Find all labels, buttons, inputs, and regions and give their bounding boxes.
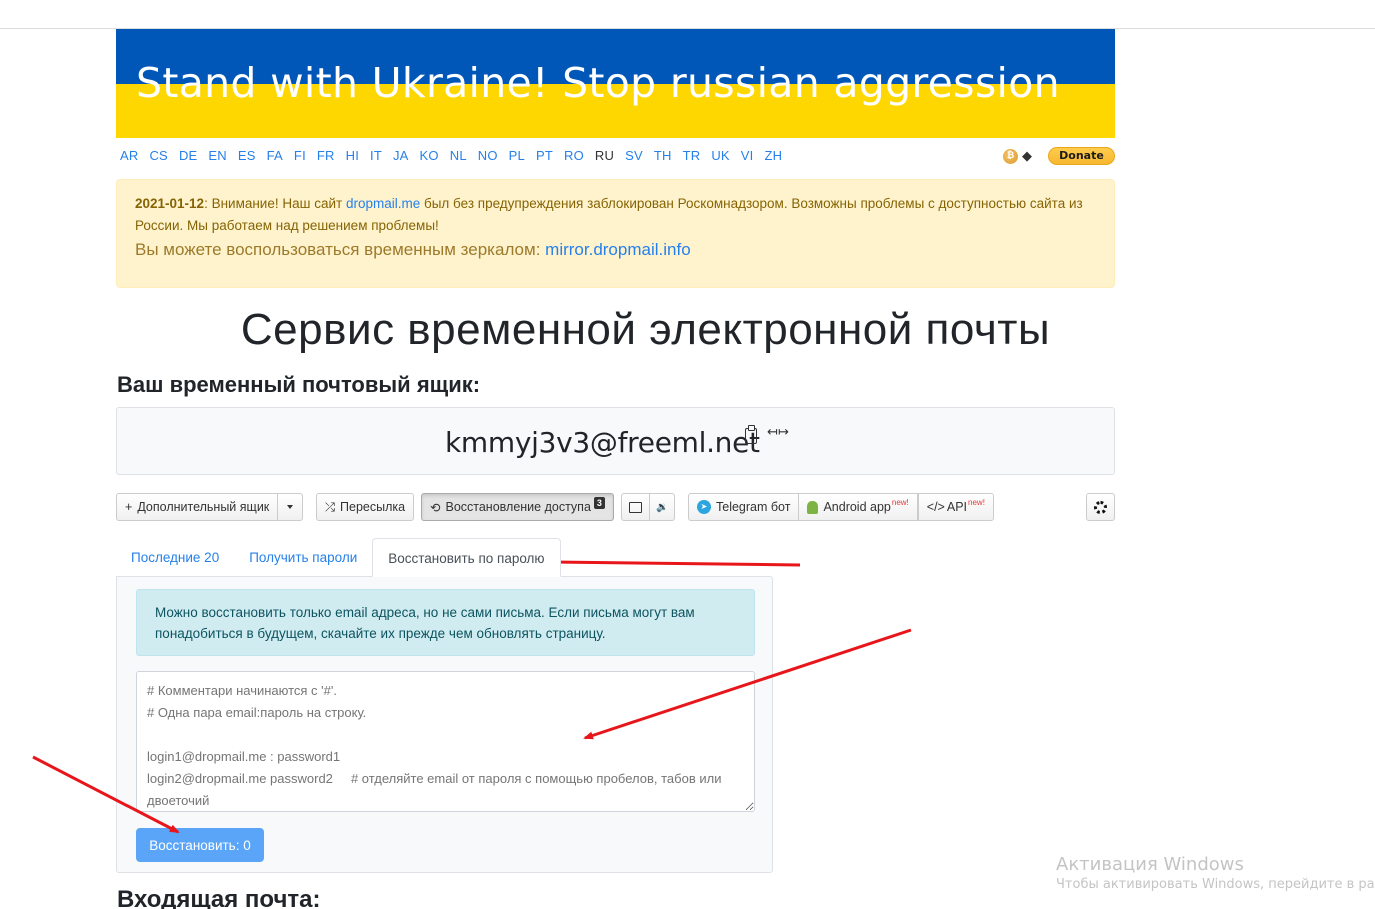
forward-group: ⤮ Пересылка [316, 493, 415, 521]
restore-info-alert: Можно восстановить только email адреса, … [136, 589, 755, 656]
mirror-label: Вы можете воспользоваться временным зерк… [135, 240, 546, 259]
telegram-bot-button[interactable]: ➤ Telegram бот [688, 493, 800, 521]
api-label: API [946, 500, 968, 514]
language-link-zh[interactable]: ZH [764, 148, 782, 163]
crypto-icons: ₿ ◆ [1003, 149, 1032, 164]
ukraine-banner[interactable]: Stand with Ukraine! Stop russian aggress… [116, 29, 1115, 138]
telegram-label: Telegram бот [716, 500, 791, 514]
language-link-cs[interactable]: CS [149, 148, 167, 163]
banner-text: Stand with Ukraine! Stop russian aggress… [136, 59, 1060, 107]
language-link-ar[interactable]: AR [120, 148, 138, 163]
arrows-horizontal-icon[interactable]: ↤↦ [767, 425, 789, 440]
clipboard-icon[interactable] [745, 425, 757, 444]
notice-part1: : Внимание! Наш сайт [204, 196, 346, 211]
restore-button[interactable]: Восстановить: 0 [136, 828, 264, 862]
language-link-ja[interactable]: JA [393, 148, 409, 163]
language-switcher: AR CS DE EN ES FA FI FR HI IT JA KO NL NO PL PT RO RU SV TH… [120, 148, 793, 163]
language-link-tr[interactable]: TR [683, 148, 701, 163]
api-button[interactable]: </> API new! [917, 493, 994, 521]
chat-sound-group: 🔉 [621, 493, 676, 521]
language-link-pt[interactable]: PT [536, 148, 553, 163]
shuffle-icon: ⤮ [325, 499, 336, 514]
restore-access-badge: 3 [593, 497, 605, 509]
language-link-it[interactable]: IT [370, 148, 382, 163]
ethereum-icon[interactable]: ◆ [1022, 149, 1032, 164]
language-link-es[interactable]: ES [238, 148, 256, 163]
notice-text: 2021-01-12: Внимание! Наш сайт dropmail.… [135, 193, 1096, 237]
add-mailbox-button[interactable]: + Дополнительный ящик [116, 493, 279, 521]
mailbox-address[interactable]: kmmyj3v3@freeml.net [445, 426, 760, 459]
help-button[interactable] [1086, 493, 1115, 521]
donate-button[interactable]: Donate [1048, 147, 1115, 165]
language-link-th[interactable]: TH [654, 148, 672, 163]
help-group [1086, 493, 1115, 521]
mirror-text: Вы можете воспользоваться временным зерк… [135, 238, 1096, 262]
language-link-en[interactable]: EN [208, 148, 226, 163]
watermark-subtitle: Чтобы активировать Windows, перейдите в … [1056, 877, 1375, 892]
restore-tabs: Последние 20 Получить пароли Восстановит… [116, 538, 561, 577]
bitcoin-icon[interactable]: ₿ [1003, 149, 1018, 164]
windows-activation-watermark: Активация Windows Чтобы активировать Win… [1056, 854, 1375, 892]
language-link-ko[interactable]: KO [420, 148, 439, 163]
language-link-ro[interactable]: RO [564, 148, 584, 163]
android-icon [807, 500, 819, 514]
language-link-fa[interactable]: FA [267, 148, 283, 163]
restore-access-button[interactable]: ⟲ Восстановление доступа 3 [421, 493, 614, 521]
restore-access-label: Восстановление доступа [445, 500, 591, 514]
credentials-textarea[interactable] [136, 671, 755, 812]
inbox-title: Входящая почта: [117, 886, 321, 909]
language-link-nl[interactable]: NL [450, 148, 467, 163]
language-link-sv[interactable]: SV [625, 148, 643, 163]
watermark-title: Активация Windows [1056, 854, 1244, 875]
language-link-no[interactable]: NO [478, 148, 498, 163]
notice-date: 2021-01-12 [135, 196, 205, 211]
code-icon: </> [926, 500, 945, 514]
sound-icon: 🔉 [656, 501, 669, 513]
plus-icon: + [125, 500, 133, 514]
forward-button[interactable]: ⤮ Пересылка [316, 493, 415, 521]
language-link-fi[interactable]: FI [294, 148, 306, 163]
apps-group: ➤ Telegram бот Android app new! </> API … [688, 493, 994, 521]
tab-last-20[interactable]: Последние 20 [116, 538, 234, 577]
language-link-uk[interactable]: UK [711, 148, 729, 163]
language-link-vi[interactable]: VI [741, 148, 754, 163]
language-link-de[interactable]: DE [179, 148, 197, 163]
new-badge: new! [891, 498, 909, 507]
language-link-pl[interactable]: PL [509, 148, 525, 163]
forward-label: Пересылка [340, 500, 406, 514]
language-link-fr[interactable]: FR [317, 148, 335, 163]
mirror-link[interactable]: mirror.dropmail.info [545, 240, 691, 259]
telegram-icon: ➤ [697, 500, 711, 514]
annotation-arrow-tab [550, 558, 801, 567]
chat-button[interactable] [621, 493, 650, 521]
caret-down-icon [287, 505, 294, 509]
block-notice-alert: 2021-01-12: Внимание! Наш сайт dropmail.… [116, 179, 1115, 288]
sound-button[interactable]: 🔉 [650, 493, 676, 521]
new-badge: new! [968, 498, 985, 507]
lifebuoy-icon [1094, 500, 1107, 514]
mailbox-display: kmmyj3v3@freeml.net ↤↦ [116, 407, 1115, 475]
restore-panel: Можно восстановить только email адреса, … [116, 576, 773, 873]
mailbox-label: Ваш временный почтовый ящик: [117, 372, 481, 397]
restore-access-group: ⟲ Восстановление доступа 3 [421, 493, 614, 521]
android-label: Android app [823, 500, 891, 514]
add-mailbox-group: + Дополнительный ящик [116, 493, 304, 521]
add-mailbox-dropdown[interactable] [278, 493, 304, 521]
tab-restore-by-password[interactable]: Восстановить по паролю [372, 538, 561, 577]
language-link-ru[interactable]: RU [595, 148, 614, 163]
page-title: Сервис временной электронной почты [240, 305, 1051, 354]
dropmail-link[interactable]: dropmail.me [346, 196, 420, 211]
android-app-button[interactable]: Android app new! [799, 493, 918, 521]
language-link-hi[interactable]: HI [346, 148, 359, 163]
tab-get-passwords[interactable]: Получить пароли [234, 538, 372, 577]
chat-icon [629, 501, 642, 513]
add-mailbox-label: Дополнительный ящик [137, 500, 270, 514]
refresh-icon: ⟲ [430, 500, 441, 515]
